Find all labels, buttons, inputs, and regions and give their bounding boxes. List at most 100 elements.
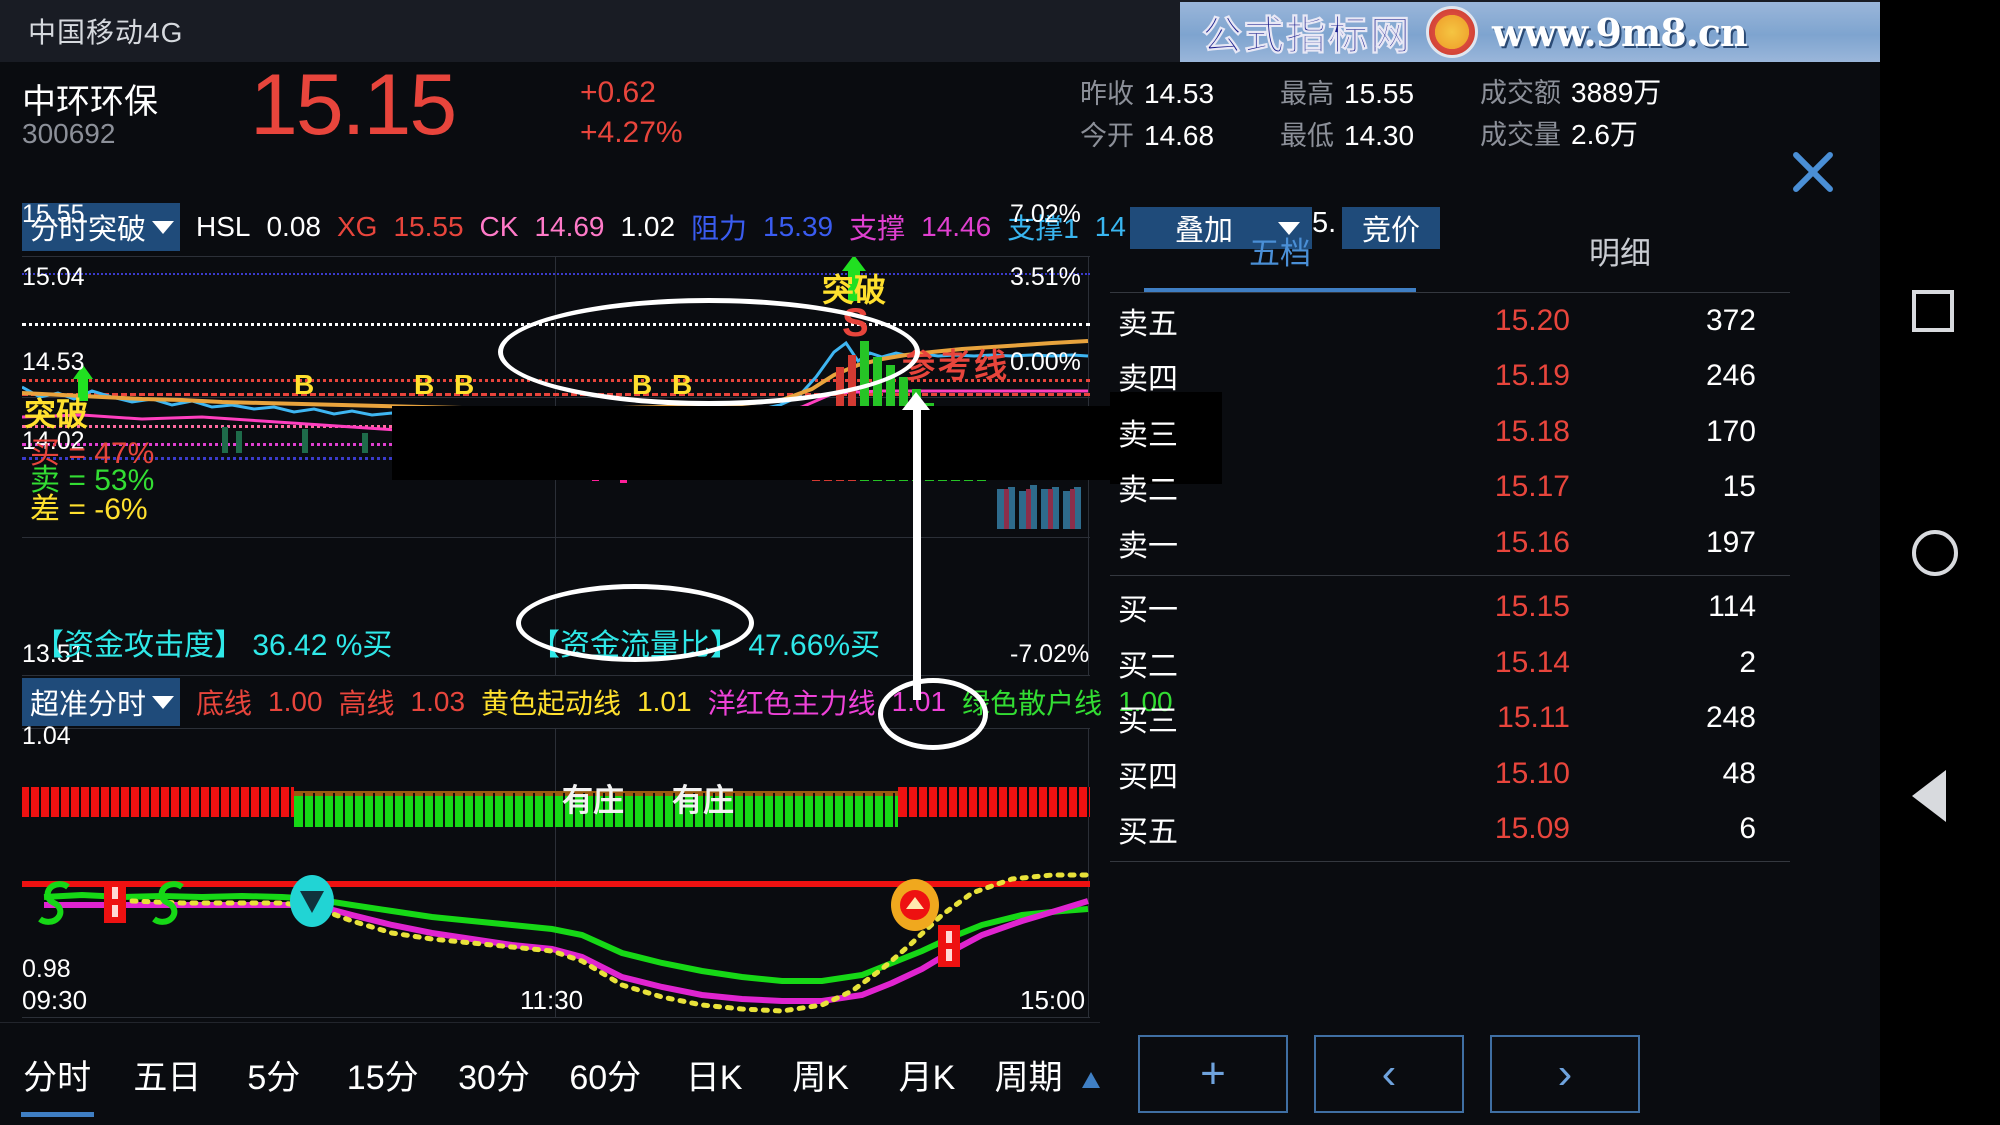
tab-intraday[interactable]: 分时 [0,1050,114,1117]
order-book-tabs: 五档 明细 [1110,228,1790,292]
ind2-bottom-line: 底线 [196,688,253,719]
prev-button[interactable]: ‹ [1314,1034,1464,1113]
chevron-up-right-icon [1081,1072,1100,1088]
table-row[interactable]: 卖四 15.19 246 [1110,349,1790,405]
stat-value: 14.30 [1344,119,1415,151]
sub-indicator-pane[interactable]: 有庄 有庄 [22,728,1090,1018]
ask2-label: 卖二 [1118,474,1178,508]
ask1-price: 15.16 [1494,525,1570,559]
ind2-yellow-start-line-value: 1.01 [637,686,692,717]
circular-badge-icon [1426,6,1478,58]
tab-five-levels[interactable]: 五档 [1110,228,1450,292]
ind-token-xg-value: 15.55 [393,211,464,242]
table-row[interactable]: 卖一 15.16 197 [1110,515,1790,571]
close-icon[interactable] [1782,140,1844,202]
stat-value: 2.6万 [1571,119,1638,150]
quote-header: 中环环保 300692 15.15 +0.62 +4.27% 昨收 14.53 … [0,57,1880,162]
ind-token-ck: CK [479,211,519,242]
tab-detail[interactable]: 明细 [1450,228,1790,292]
stat-value: 14.68 [1144,119,1215,151]
price-change: +0.62 [580,76,656,109]
stat-volume: 成交量 2.6万 [1480,113,1740,153]
price-change-percent: +4.27% [580,116,683,149]
table-row[interactable]: 买三 15.11 248 [1110,691,1790,747]
ind-token-resistance: 阻力 [691,213,748,244]
ask5-volume: 372 [1705,303,1756,337]
triangle-back-icon[interactable] [1912,770,1946,822]
annotation-ellipse-dealer [516,584,754,662]
ind-token-ck-value: 14.69 [534,211,605,242]
table-row[interactable]: 买四 15.10 48 [1110,746,1790,802]
banner-site-name: 公式指标网 [1202,13,1412,60]
bid4-label: 买四 [1118,760,1178,794]
tab-5min[interactable]: 5分 [221,1050,327,1099]
ind-token-extra: 1.02 [620,211,676,242]
bid4-price: 15.10 [1494,756,1570,790]
price-axis-label-2: 15.04 [22,263,85,291]
ask3-volume: 170 [1705,414,1756,448]
bid4-volume: 48 [1722,756,1756,790]
bid1-volume: 114 [1708,590,1756,624]
table-row[interactable]: 卖五 15.20 372 [1110,293,1790,349]
indicator-selector-bottom[interactable]: 超准分时 [22,678,181,726]
bid-ask-separator [1110,574,1790,576]
buy-marker-b1: B [294,369,315,400]
ind-token-resistance-value: 15.39 [763,211,834,242]
sub-axis-label-high: 1.04 [22,722,71,750]
fund-flow-value: 47.66%买 [748,629,881,662]
fund-attack-value: 36.42 %买 [252,629,393,662]
buy-marker-b2: B [414,369,435,400]
dealer-label-1: 有庄 [562,783,624,818]
bid2-volume: 2 [1739,645,1756,679]
sub-indicator-svg [22,787,1090,1014]
quote-stats: 昨收 14.53 最高 15.55 成交额 3889万 今开 14.68 最低 … [1080,70,1740,154]
table-row[interactable]: 买二 15.14 2 [1110,635,1790,691]
bid3-label: 买三 [1118,705,1178,739]
table-row[interactable]: 卖三 15.18 170 [1110,404,1790,460]
bid2-price: 15.14 [1494,645,1570,679]
stat-turnover: 成交额 3889万 [1480,71,1740,111]
buy-marker-b3: B [454,369,475,400]
add-button[interactable]: + [1138,1034,1288,1113]
table-row[interactable]: 买五 15.09 6 [1110,802,1790,858]
ask2-volume: 15 [1722,470,1756,504]
square-recents-icon[interactable] [1912,290,1954,332]
indicator-selector-bottom-label: 超准分时 [30,689,147,721]
period-tabs: 分时 五日 5分 15分 30分 60分 日K 周K 月K 周期 [0,1023,1100,1125]
last-price: 15.15 [250,57,457,153]
ind-token-hsl: HSL [196,211,251,242]
ask4-volume: 246 [1705,359,1756,393]
stat-label: 成交量 [1480,120,1561,150]
tab-60min[interactable]: 60分 [550,1050,661,1099]
tab-period[interactable]: 周期 [980,1050,1077,1099]
tab-30min[interactable]: 30分 [438,1050,549,1099]
tab-15min[interactable]: 15分 [327,1050,438,1099]
fund-attack-degree: 【资金攻击度】 36.42 %买 [34,620,392,664]
chevron-down-icon [152,695,175,709]
table-row[interactable]: 买一 15.15 114 [1110,580,1790,636]
bid1-label: 买一 [1118,594,1178,628]
pct-axis-label-3: 0.00% [1010,348,1081,376]
annotation-pointer-line [913,400,921,700]
sub-axis-label-low: 0.98 [22,955,71,983]
ind-token-xg: XG [336,211,378,242]
table-row[interactable]: 卖二 15.17 15 [1110,460,1790,516]
tab-weekly-k[interactable]: 周K [767,1050,873,1099]
tab-five-day[interactable]: 五日 [114,1050,220,1099]
time-axis-start: 09:30 [22,985,88,1015]
fund-diff-value: -6% [94,493,148,526]
stock-name: 中环环保 [22,83,158,121]
bid3-price: 15.11 [1497,701,1570,735]
ind2-yellow-start-line: 黄色起动线 [481,688,622,719]
annotation-pointer-arrow [902,392,930,410]
next-button[interactable]: › [1490,1034,1640,1113]
tab-monthly-k[interactable]: 月K [874,1050,980,1099]
ask5-price: 15.20 [1494,303,1570,337]
action-button-bar: + ‹ › [1120,1022,1820,1125]
ind2-high-line: 高线 [338,688,395,719]
tab-daily-k[interactable]: 日K [661,1050,767,1099]
carrier-label: 中国移动4G [28,17,184,48]
redaction-block-chart [392,406,1178,480]
circle-home-icon[interactable] [1912,530,1958,576]
quote-stats-row-1: 昨收 14.53 最高 15.55 成交额 3889万 [1080,70,1740,112]
